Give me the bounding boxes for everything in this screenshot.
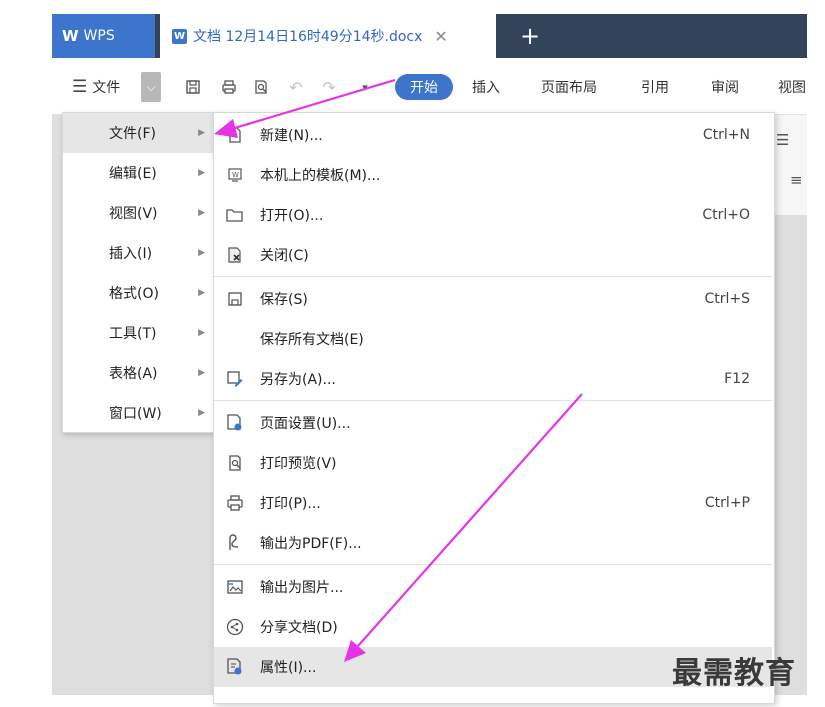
arrow-line-to-file — [227, 78, 396, 132]
annotation-arrows — [214, 78, 583, 662]
arrow-line-to-properties — [357, 393, 583, 647]
arrow-head-to-file — [214, 119, 238, 138]
watermark: 最需教育 — [672, 656, 796, 691]
arrow-head-to-properties — [344, 640, 366, 662]
